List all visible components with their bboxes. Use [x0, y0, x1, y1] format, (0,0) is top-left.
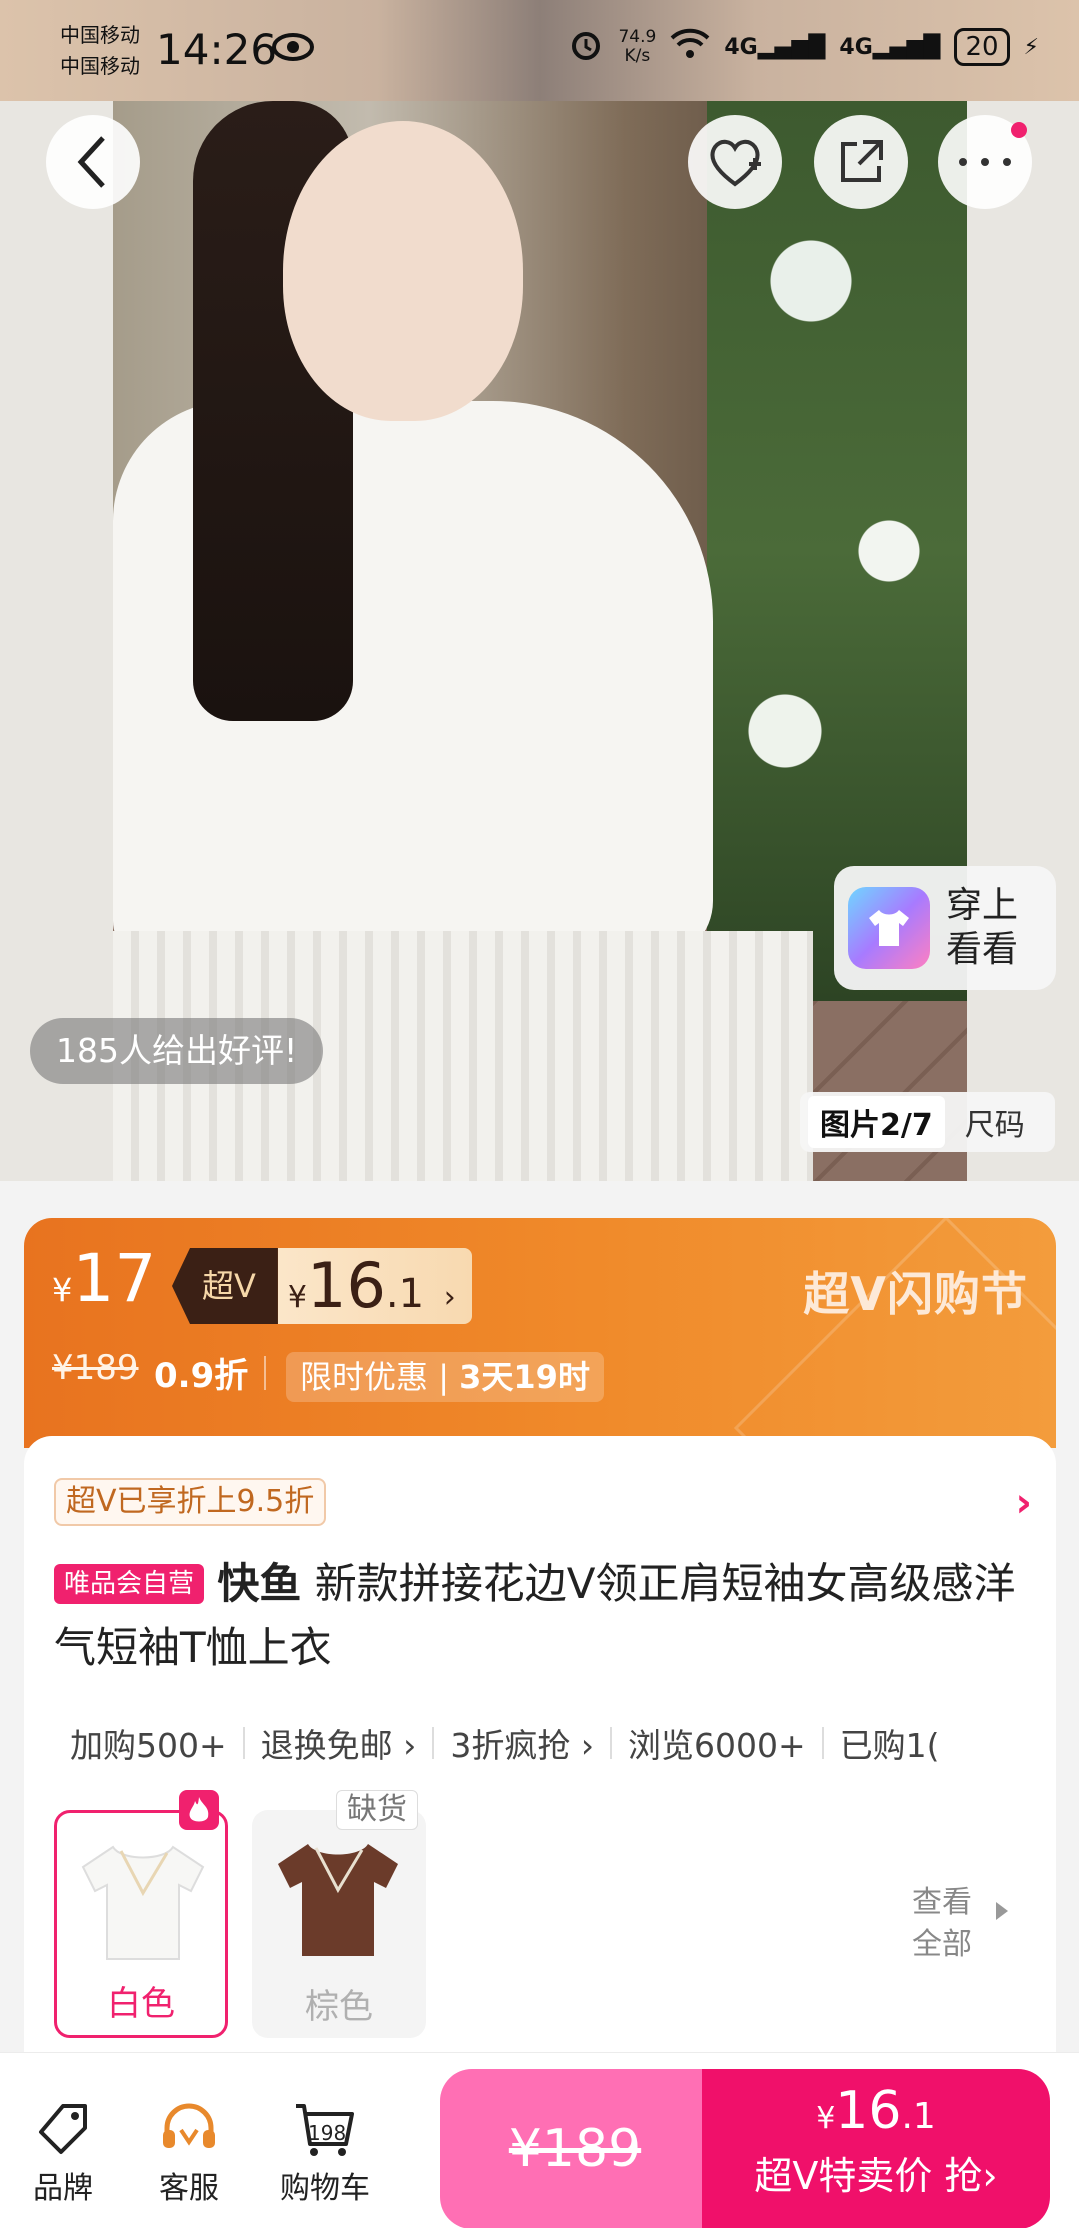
image-tabs: 图片2/7 尺码: [800, 1092, 1055, 1152]
tab-customer-service[interactable]: 客服: [134, 2097, 244, 2207]
tab-cart[interactable]: 198 购物车: [270, 2097, 380, 2207]
status-bar: 中国移动 中国移动 14:26 74.9 K/s 4G▂▄▆█ 4G▂▄▆█ 2…: [0, 0, 1079, 101]
tab-brand[interactable]: 品牌: [8, 2097, 118, 2207]
vip-buy-price: ¥16.1: [816, 2081, 936, 2141]
vip-discount-note[interactable]: 超V已享折上9.5折: [54, 1478, 327, 1526]
carrier-2: 中国移动: [60, 54, 140, 78]
chevron-right-icon[interactable]: ›: [1016, 1480, 1032, 1526]
feature-item[interactable]: 退换免邮 ›: [245, 1719, 433, 1767]
signal-1: 4G▂▄▆█: [724, 34, 826, 60]
more-dots-icon: [959, 158, 1011, 166]
cart-icon: 198: [270, 2097, 380, 2163]
network-speed: 74.9 K/s: [618, 27, 657, 66]
tag-icon: [8, 2097, 118, 2163]
price-banner: ¥17 超V ¥16.1 › 超V闪购节 ¥189 0.9折 限时优惠 | 3天…: [24, 1218, 1056, 1448]
discount-rate: 0.9折: [154, 1356, 249, 1396]
product-info-card: 超V已享折上9.5折 › 唯品会自营 快鱼 新款拼接花边V领正肩短袖女高级感洋气…: [24, 1436, 1056, 2056]
product-image-gallery[interactable]: 穿上 看看 185人给出好评! 图片2/7 尺码: [0, 101, 1079, 1181]
eye-icon: [272, 32, 314, 66]
vip-price-tag[interactable]: 超V ¥16.1 ›: [172, 1248, 472, 1324]
vip-buy-label: 超V特卖价 抢›: [754, 2154, 998, 2198]
buy-vip-price-button[interactable]: ¥16.1 超V特卖价 抢›: [702, 2069, 1050, 2228]
feature-item: 浏览6000+: [628, 1726, 806, 1765]
share-button[interactable]: [814, 115, 908, 209]
tab-images[interactable]: 图片2/7: [808, 1096, 945, 1148]
headset-icon: [134, 2097, 244, 2163]
original-price: ¥189: [52, 1348, 139, 1388]
white-tshirt-thumbnail: [81, 1845, 205, 1960]
brown-tshirt-thumbnail: [278, 1844, 398, 1956]
notification-dot: [1011, 122, 1027, 138]
bottom-action-bar: 品牌 客服 198 购物车 ¥189 ¥16.1 超V特卖价 抢›: [0, 2052, 1079, 2228]
product-title: 唯品会自营 快鱼 新款拼接花边V领正肩短袖女高级感洋气短袖T恤上衣: [54, 1552, 1034, 1680]
festival-title: 超V闪购节: [803, 1267, 1028, 1321]
hot-flame-icon: [179, 1790, 219, 1830]
chevron-right-icon: ›: [443, 1280, 456, 1315]
charging-icon: ⚡: [1023, 34, 1039, 60]
battery-indicator: 20: [954, 28, 1010, 66]
out-of-stock-badge: 缺货: [336, 1790, 418, 1830]
buy-original-price-button[interactable]: ¥189: [440, 2069, 710, 2228]
vip-badge: 超V: [172, 1248, 278, 1324]
try-on-label-2: 看看: [946, 929, 1019, 970]
limited-offer: 限时优惠 | 3天19时: [286, 1352, 604, 1402]
color-label: 棕色: [305, 1987, 373, 2027]
brand-name[interactable]: 快鱼: [217, 1559, 301, 1608]
feature-item: 加购500+: [70, 1726, 227, 1765]
feature-item: 已购1(: [839, 1726, 940, 1765]
current-price: ¥17: [52, 1240, 157, 1317]
rating-pill[interactable]: 185人给出好评!: [30, 1018, 324, 1084]
feature-item[interactable]: 3折疯抢 ›: [434, 1719, 610, 1767]
color-label: 白色: [107, 1984, 175, 2024]
tab-size[interactable]: 尺码: [965, 1100, 1025, 1144]
feature-strip: 加购500+ 退换免邮 › 3折疯抢 › 浏览6000+ 已购1(: [54, 1716, 1044, 1770]
caret-right-icon: [996, 1902, 1008, 1920]
carrier-labels: 中国移动 中国移动: [60, 20, 140, 82]
vip-price: ¥16.1 ›: [277, 1248, 472, 1324]
color-option-brown[interactable]: 棕色: [252, 1810, 426, 2038]
carrier-1: 中国移动: [60, 23, 140, 47]
try-on-label-1: 穿上: [946, 885, 1019, 926]
signal-2: 4G▂▄▆█: [839, 34, 941, 60]
try-on-button[interactable]: 穿上 看看: [834, 866, 1056, 990]
wifi-icon: [670, 28, 710, 66]
try-on-icon: [848, 887, 930, 969]
back-arrow-icon: [77, 136, 105, 188]
favorite-button[interactable]: [688, 115, 782, 209]
color-option-white[interactable]: 白色: [54, 1810, 228, 2038]
self-operated-tag: 唯品会自营: [54, 1564, 205, 1604]
view-all-button[interactable]: 查看全部: [912, 1882, 992, 1966]
heart-add-icon: [710, 139, 761, 187]
cart-count: 198: [308, 2121, 347, 2145]
status-time: 14:26: [156, 25, 278, 74]
back-button[interactable]: [46, 115, 140, 209]
alarm-icon: [568, 26, 604, 68]
share-icon: [841, 140, 883, 182]
